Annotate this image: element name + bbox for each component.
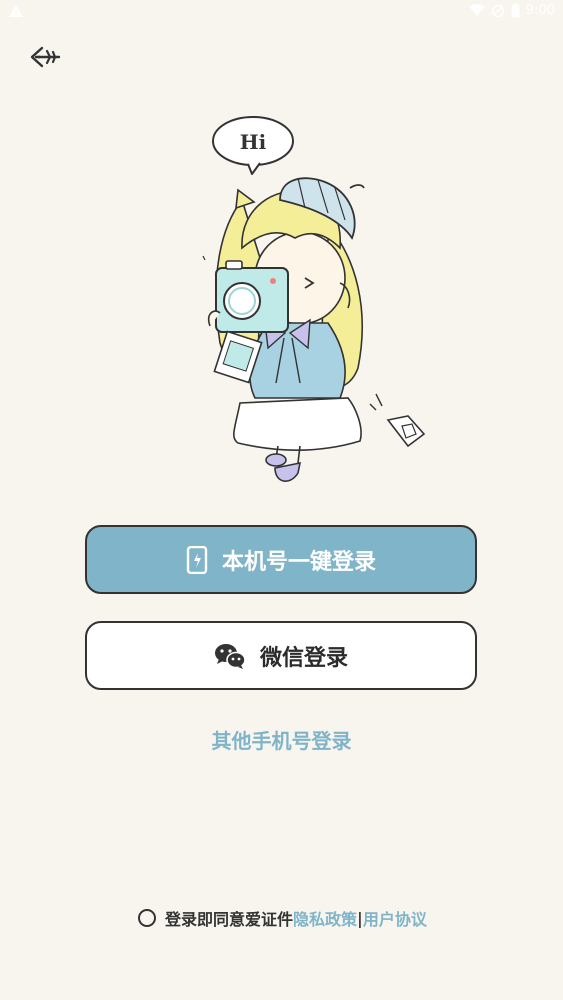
- signal-icon: [491, 4, 504, 17]
- agree-checkbox[interactable]: [138, 909, 156, 927]
- speech-text: Hi: [240, 130, 267, 154]
- camera: [207, 260, 289, 333]
- wechat-icon: [214, 643, 246, 669]
- wechat-login-label: 微信登录: [259, 644, 348, 671]
- status-bar: 9:00: [0, 0, 563, 24]
- other-phone-login-link[interactable]: 其他手机号登录: [0, 725, 563, 754]
- warning-icon: [9, 5, 23, 17]
- wifi-icon: [469, 4, 485, 17]
- back-arrow-icon: [30, 46, 61, 68]
- one-click-login-button[interactable]: 本机号一键登录: [85, 525, 477, 594]
- phone-icon: [186, 545, 208, 574]
- agreement-text: 登录即同意爱证件: [165, 910, 294, 929]
- user-agreement-link[interactable]: 用户协议: [363, 906, 427, 930]
- privacy-policy-link[interactable]: 隐私政策: [293, 906, 357, 930]
- back-button[interactable]: [28, 42, 62, 72]
- status-time: 9:00: [525, 3, 555, 18]
- mascot-illustration: Hi: [180, 108, 450, 493]
- agreement-row: 登录即同意爱证件 隐私政策 | 用户协议: [138, 906, 427, 930]
- speech-bubble: Hi: [212, 116, 294, 175]
- wechat-login-button[interactable]: 微信登录: [85, 621, 477, 690]
- one-click-login-label: 本机号一键登录: [221, 548, 376, 575]
- falling-card: [369, 393, 426, 448]
- battery-icon: [511, 3, 520, 18]
